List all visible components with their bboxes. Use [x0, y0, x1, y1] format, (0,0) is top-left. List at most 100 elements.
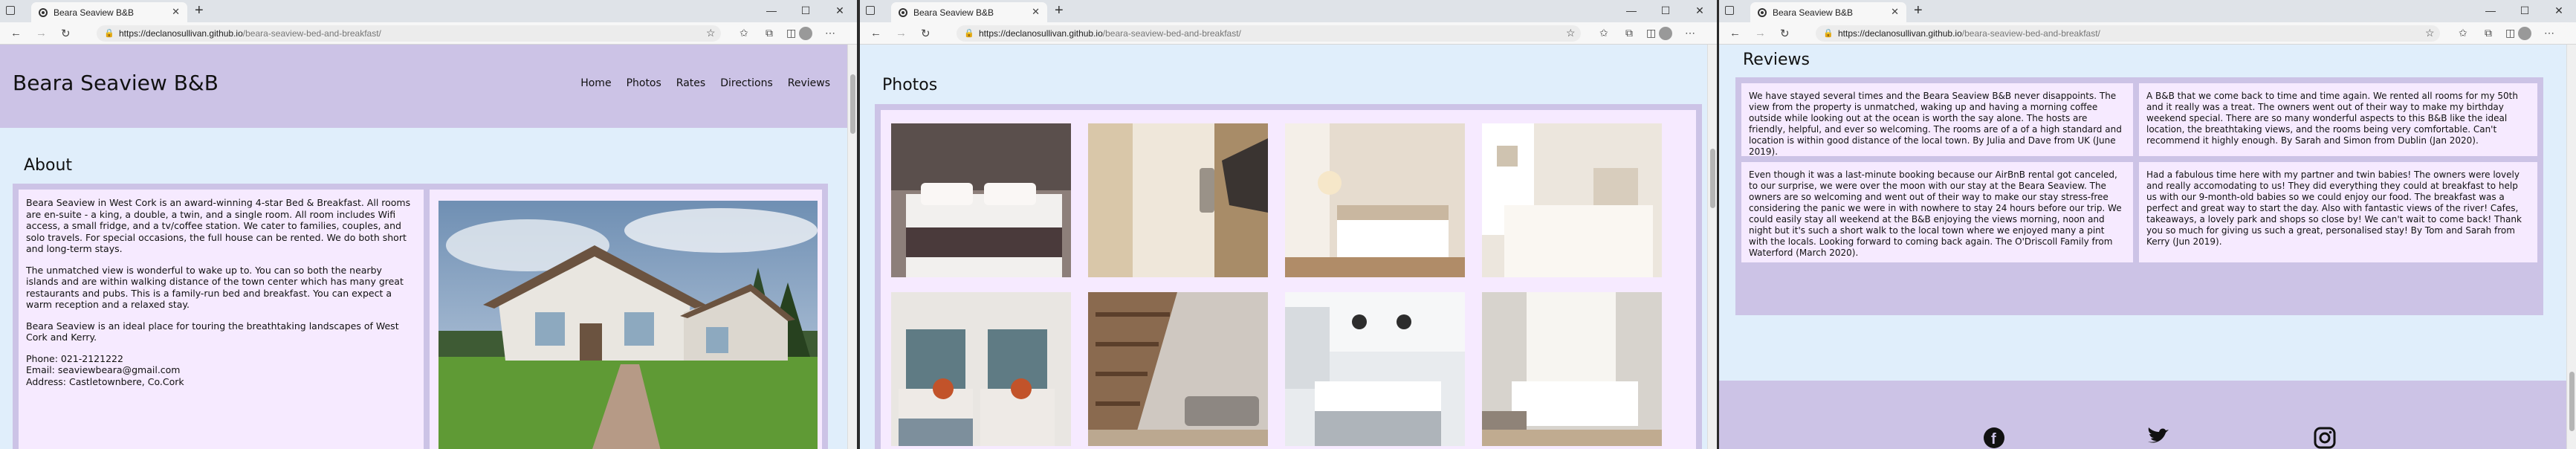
refresh-icon[interactable]: ↻ — [921, 27, 931, 40]
extensions-icon[interactable]: ◫ — [1646, 27, 1656, 39]
brand-title[interactable]: Beara Seaview B&B — [13, 71, 219, 95]
collections-icon[interactable]: ⧉ — [1625, 27, 1633, 39]
facebook-icon[interactable]: f — [1983, 427, 2005, 449]
collections-icon[interactable]: ⧉ — [2485, 27, 2492, 39]
photo-bedroom-desk-window[interactable] — [1482, 292, 1662, 446]
close-tab-icon[interactable]: ✕ — [1891, 6, 1899, 18]
about-panel: Beara Seaview in West Cork is an award-w… — [13, 184, 828, 449]
favorite-star-icon[interactable]: ☆ — [1566, 27, 1576, 39]
contact-email: Email: seaviewbeara@gmail.com — [26, 364, 181, 375]
window-controls: — ☐ ✕ — [2473, 0, 2576, 22]
favorites-icon[interactable]: ✩ — [1599, 27, 1608, 39]
tab-actions-icon[interactable] — [1725, 6, 1734, 15]
back-icon[interactable]: ← — [870, 27, 881, 39]
forward-icon[interactable]: → — [1755, 27, 1766, 39]
maximize-icon[interactable]: ☐ — [1648, 0, 1683, 22]
nav-rates[interactable]: Rates — [676, 77, 705, 89]
close-window-icon[interactable]: ✕ — [2542, 0, 2576, 22]
extensions-icon[interactable]: ◫ — [2505, 27, 2515, 39]
contact-phone: Phone: 021-2121222 — [26, 352, 123, 364]
photo-twin-beds-orange-pillows[interactable] — [891, 292, 1071, 446]
house-photo — [438, 201, 818, 449]
url-host: https://declanosullivan.github.io — [119, 28, 243, 39]
close-window-icon[interactable]: ✕ — [1683, 0, 1717, 22]
page-scrollbar[interactable] — [2566, 45, 2576, 449]
more-menu-icon[interactable]: ⋯ — [825, 27, 835, 39]
close-window-icon[interactable]: ✕ — [823, 0, 857, 22]
photos-grid — [881, 110, 1696, 449]
about-text: Beara Seaview in West Cork is an award-w… — [26, 197, 416, 387]
favorite-star-icon[interactable]: ☆ — [706, 27, 716, 39]
refresh-icon[interactable]: ↻ — [1780, 27, 1790, 40]
photos-panel — [875, 104, 1702, 449]
photo-bedroom-dark-throw[interactable] — [891, 123, 1071, 277]
favorites-icon[interactable]: ✩ — [2459, 27, 2467, 39]
refresh-icon[interactable]: ↻ — [61, 27, 71, 40]
close-tab-icon[interactable]: ✕ — [1032, 6, 1040, 18]
profile-avatar[interactable] — [799, 27, 812, 40]
url-host: https://declanosullivan.github.io — [979, 28, 1103, 39]
favicon-icon — [39, 7, 48, 17]
new-tab-icon[interactable]: + — [1055, 2, 1064, 19]
photo-bright-bedroom-lamp[interactable] — [1285, 123, 1465, 277]
favicon-icon — [1758, 7, 1767, 17]
nav-photos[interactable]: Photos — [627, 77, 661, 89]
photo-door-keycard[interactable] — [1088, 123, 1268, 277]
twitter-icon[interactable] — [2146, 427, 2170, 449]
back-icon[interactable]: ← — [1729, 27, 1741, 39]
profile-avatar[interactable] — [1659, 27, 1672, 40]
page-viewport: Beara Seaview B&B Home Photos Rates Dire… — [0, 45, 857, 449]
address-bar-row: ← → ↻ 🔒 https://declanosullivan.github.i… — [1719, 22, 2576, 45]
page-scrollbar[interactable] — [847, 45, 857, 449]
photos-heading: Photos — [882, 76, 938, 94]
url-path: /beara-seaview-bed-and-breakfast/ — [1102, 28, 1241, 39]
more-menu-icon[interactable]: ⋯ — [1685, 27, 1695, 39]
browser-tab[interactable]: Beara Seaview B&B ✕ — [1750, 2, 1906, 22]
extensions-icon[interactable]: ◫ — [786, 27, 796, 39]
minimize-icon[interactable]: — — [2473, 0, 2508, 22]
photo-living-room-staircase[interactable] — [1088, 292, 1268, 446]
forward-icon[interactable]: → — [36, 27, 47, 39]
profile-avatar[interactable] — [2518, 27, 2531, 40]
new-tab-icon[interactable]: + — [195, 2, 204, 19]
lock-icon: 🔒 — [964, 29, 974, 38]
site-header: Beara Seaview B&B Home Photos Rates Dire… — [0, 45, 847, 128]
browser-window-photos: Beara Seaview B&B ✕ + — ☐ ✕ ← → ↻ 🔒 http… — [860, 0, 1717, 449]
photo-white-bed-window[interactable] — [1482, 123, 1662, 277]
tab-actions-icon[interactable] — [6, 6, 15, 15]
review-card: A B&B that we come back to time and time… — [2139, 83, 2537, 156]
svg-text:f: f — [1991, 431, 1996, 448]
contact-address: Address: Castletownbere, Co.Cork — [26, 375, 184, 387]
photo-white-kitchen-island[interactable] — [1285, 292, 1465, 446]
instagram-icon[interactable] — [2314, 427, 2336, 449]
close-tab-icon[interactable]: ✕ — [172, 6, 180, 18]
browser-tab[interactable]: Beara Seaview B&B ✕ — [891, 2, 1047, 22]
favorites-icon[interactable]: ✩ — [740, 27, 748, 39]
new-tab-icon[interactable]: + — [1914, 2, 1923, 19]
maximize-icon[interactable]: ☐ — [789, 0, 823, 22]
maximize-icon[interactable]: ☐ — [2508, 0, 2542, 22]
url-field[interactable]: 🔒 https://declanosullivan.github.io/bear… — [97, 25, 721, 42]
url-field[interactable]: 🔒 https://declanosullivan.github.io/bear… — [957, 25, 1581, 42]
lock-icon: 🔒 — [104, 29, 114, 38]
page-scrollbar[interactable] — [1707, 45, 1717, 449]
url-field[interactable]: 🔒 https://declanosullivan.github.io/bear… — [1816, 25, 2440, 42]
page-viewport: Photos — [860, 45, 1717, 449]
minimize-icon[interactable]: — — [1614, 0, 1648, 22]
more-menu-icon[interactable]: ⋯ — [2544, 27, 2554, 39]
review-card: Had a fabulous time here with my partner… — [2139, 162, 2537, 262]
minimize-icon[interactable]: — — [754, 0, 789, 22]
review-card: We have stayed several times and the Bea… — [1741, 83, 2133, 157]
favorite-star-icon[interactable]: ☆ — [2425, 27, 2435, 39]
nav-home[interactable]: Home — [580, 77, 611, 89]
nav-directions[interactable]: Directions — [720, 77, 773, 89]
tab-actions-icon[interactable] — [866, 6, 875, 15]
collections-icon[interactable]: ⧉ — [766, 27, 773, 39]
forward-icon[interactable]: → — [896, 27, 907, 39]
favicon-icon — [899, 7, 907, 17]
browser-tab[interactable]: Beara Seaview B&B ✕ — [31, 2, 187, 22]
back-icon[interactable]: ← — [10, 27, 22, 39]
window-controls: — ☐ ✕ — [1614, 0, 1717, 22]
nav-reviews[interactable]: Reviews — [788, 77, 830, 89]
reviews-heading: Reviews — [1743, 51, 1810, 69]
